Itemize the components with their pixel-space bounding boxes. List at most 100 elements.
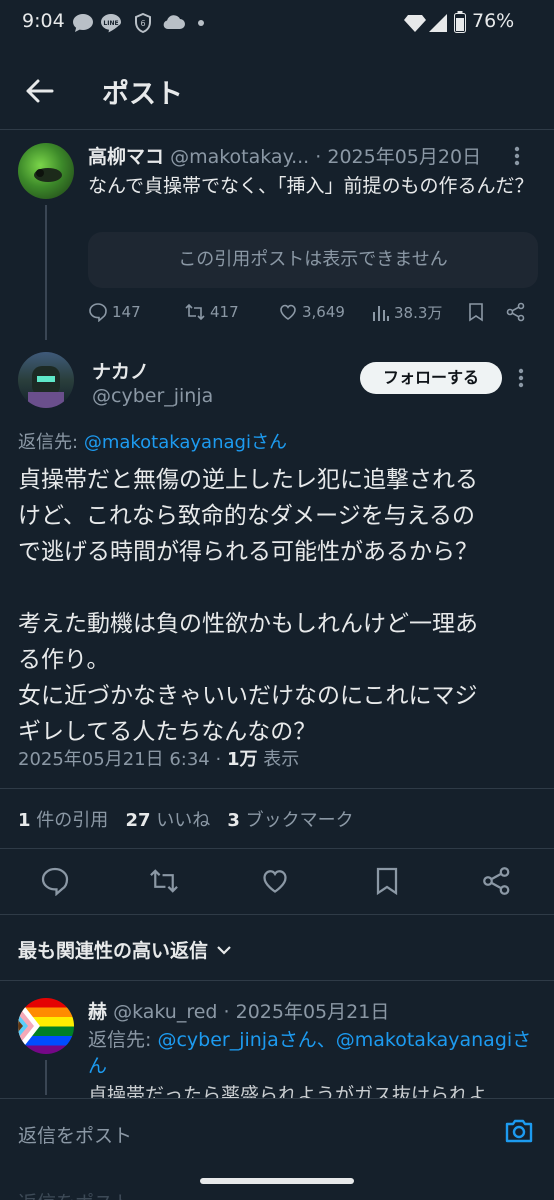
arrow-left-icon [26, 79, 54, 103]
view-label: 表示 [257, 749, 300, 770]
likes-label: いいね [150, 810, 211, 831]
tweet-header: 高柳マコ @makotakay... · 2025年05月20日 [88, 142, 508, 169]
avatar[interactable] [18, 998, 74, 1054]
repost-count: 417 [210, 303, 239, 321]
tweet-header: 赫 @kaku_red · 2025年05月21日 [88, 997, 389, 1024]
repost-button[interactable] [148, 866, 180, 896]
reply-to-link[interactable]: @cyber_jinjaさん [157, 1029, 316, 1051]
tweet-text: 貞操帯だと無傷の逆上したレ犯に追撃される けど、これなら致命的なダメージを与える… [18, 462, 538, 750]
text-line: 貞操帯だと無傷の逆上したレ犯に追撃される [18, 467, 478, 493]
text-line: 考えた動機は負の性欲かもしれんけど一理あ [18, 611, 478, 637]
text-line: る作り。 [18, 647, 110, 673]
status-bar: 9:04 LINE 6 76% [0, 0, 554, 48]
reply-prefix: 返信先: [88, 1029, 152, 1051]
tweet-actions: 147 417 3,649 38.3万 [88, 302, 538, 326]
signal-icon [428, 13, 448, 33]
reply-separator: 、 [316, 1029, 336, 1051]
bookmarks-stat[interactable]: 3 ブックマーク [227, 810, 353, 831]
repost-icon [150, 869, 178, 893]
follow-button[interactable]: フォローする [360, 362, 502, 394]
likes-stat[interactable]: 27 いいね [125, 810, 210, 831]
top-bar: ポスト [0, 48, 554, 130]
camera-icon [505, 1119, 533, 1143]
more-vertical-icon [518, 368, 524, 388]
tweet-date: · 2025年05月21日 [223, 1001, 390, 1023]
reply-to-link[interactable]: @makotakayanagiさん [84, 432, 287, 453]
more-options-button[interactable] [514, 146, 520, 166]
reply-icon [41, 867, 69, 896]
page-title: ポスト [102, 79, 183, 110]
author-name[interactable]: 赫 [88, 1001, 107, 1023]
home-indicator[interactable] [200, 1178, 354, 1184]
author-handle[interactable]: @kaku_red [113, 1001, 217, 1023]
avatar[interactable] [18, 352, 74, 408]
repost-icon [185, 303, 205, 321]
author-handle[interactable]: @cyber_jinja [92, 385, 213, 407]
views-count: 38.3万 [394, 304, 443, 322]
line-app-icon: LINE [100, 13, 122, 33]
tweet-actions [0, 866, 554, 898]
reply-prefix: 返信先: [18, 432, 79, 453]
like-count: 3,649 [302, 303, 345, 321]
reply-context: 返信先: @cyber_jinjaさん、@makotakayanagiさん [88, 1027, 538, 1079]
battery-percent: 76% [472, 10, 515, 32]
thread-line [45, 1060, 47, 1095]
svg-text:LINE: LINE [103, 20, 118, 27]
reply-button[interactable]: 147 [88, 302, 141, 322]
sort-label: 最も関連性の高い返信 [18, 940, 209, 962]
bookmark-button[interactable] [468, 302, 484, 322]
reply-input[interactable]: 返信をポスト [18, 1121, 132, 1148]
text-line: 女に近づかなきゃいいだけなのにこれにマジ [18, 683, 478, 709]
author-name[interactable]: ナカノ [92, 357, 149, 384]
share-icon [506, 302, 525, 322]
author-handle[interactable]: @makotakay... [170, 146, 309, 168]
chevron-down-icon [217, 945, 231, 955]
back-button[interactable] [22, 74, 56, 108]
status-time: 9:04 [22, 10, 65, 32]
bookmarks-label: ブックマーク [239, 810, 354, 831]
divider [0, 980, 554, 981]
share-icon [483, 867, 510, 895]
view-count: 1万 [226, 749, 258, 770]
reply-icon [89, 303, 107, 322]
reply-button[interactable] [40, 866, 70, 896]
quotes-count: 1 [18, 810, 31, 831]
like-button[interactable]: 3,649 [278, 302, 345, 322]
tweet-text: なんで貞操帯でなく、「挿入」前提のもの作るんだ？ [88, 175, 534, 197]
share-button[interactable] [482, 866, 512, 896]
tweet-datetime: 2025年05月21日 6:34 · [18, 749, 227, 770]
reply-composer[interactable]: 返信をポスト [0, 1098, 554, 1170]
share-button[interactable] [506, 302, 526, 322]
author-name[interactable]: 高柳マコ [88, 146, 164, 168]
avatar[interactable] [18, 143, 74, 199]
cloud-icon [162, 13, 186, 31]
like-button[interactable] [260, 866, 290, 896]
text-line: で逃げる時間が得られる可能性があるから？ [18, 539, 478, 565]
repost-button[interactable]: 417 [184, 302, 239, 322]
tweet-text: 貞操帯だったら薬盛られようがガス抜けられよ [88, 1084, 488, 1100]
quotes-label: 件の引用 [30, 810, 109, 831]
divider [0, 914, 554, 915]
svg-text:6: 6 [140, 19, 145, 28]
heart-icon [263, 870, 287, 893]
bookmark-button[interactable] [374, 866, 400, 896]
likes-count: 27 [125, 810, 151, 831]
camera-button[interactable] [504, 1117, 534, 1145]
wifi-icon [404, 13, 426, 33]
bookmark-icon [376, 867, 398, 896]
more-options-button[interactable] [518, 368, 524, 388]
reply-count: 147 [112, 303, 141, 321]
bookmarks-count: 3 [227, 810, 240, 831]
reply-context: 返信先: @makotakayanagiさん [18, 428, 287, 454]
composer-ghost-text: 返信をポスト [18, 1188, 132, 1200]
quotes-stat[interactable]: 1 件の引用 [18, 810, 108, 831]
composer-shadow: 返信をポスト [0, 1170, 554, 1200]
chat-bubble-icon [72, 13, 94, 33]
tweet-meta: 2025年05月21日 6:34 · 1万 表示 [18, 745, 299, 771]
tweet-date: · 2025年05月20日 [315, 146, 482, 168]
views-button[interactable]: 38.3万 [372, 302, 442, 323]
divider [0, 848, 554, 849]
reply-sort-dropdown[interactable]: 最も関連性の高い返信 [18, 936, 232, 963]
heart-icon [280, 304, 296, 320]
battery-icon [454, 11, 466, 33]
